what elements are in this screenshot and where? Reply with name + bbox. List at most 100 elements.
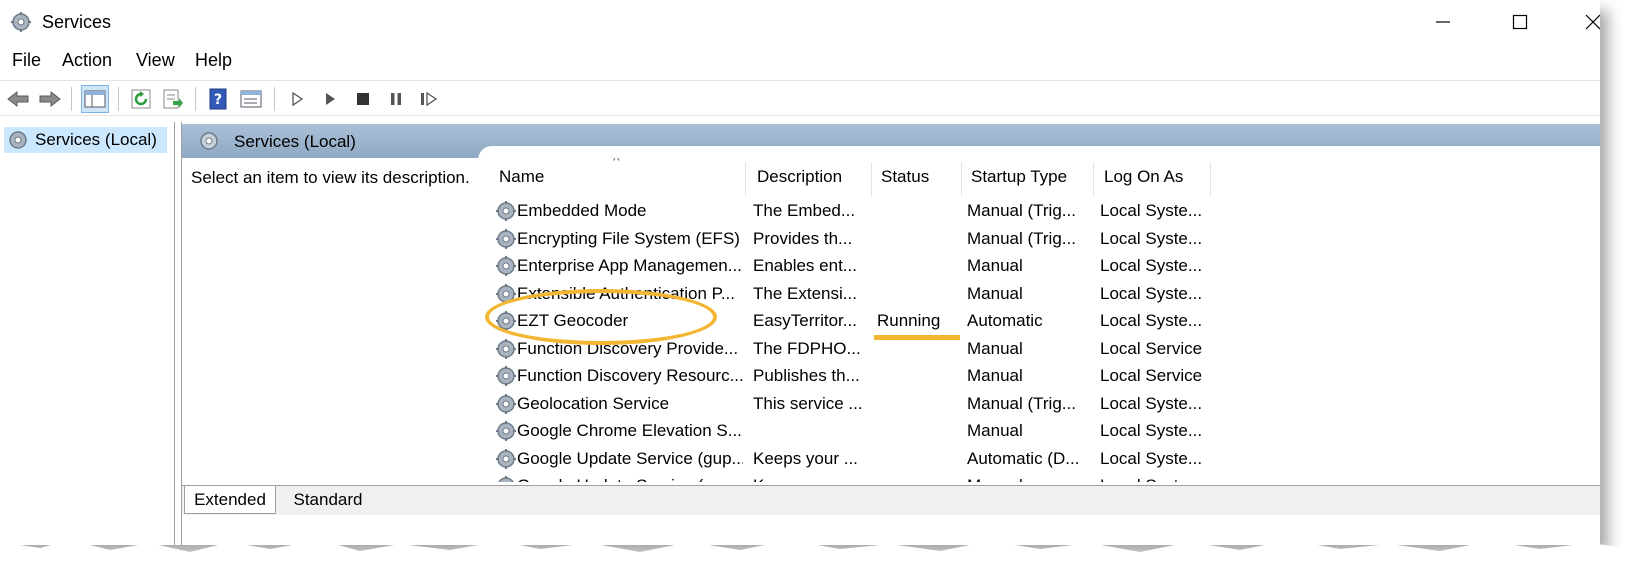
menu-help[interactable]: Help — [195, 50, 232, 71]
cell-description: EasyTerritor... — [753, 311, 857, 330]
minimize-button[interactable] — [1420, 6, 1466, 38]
table-row[interactable]: Function Discovery Resourc... Publishes t… — [487, 363, 1227, 390]
column-header-log-on-as[interactable]: Log On As — [1096, 158, 1210, 196]
refresh-button[interactable] — [127, 85, 155, 113]
cell-logon: Local Syste... — [1100, 201, 1203, 220]
console-tree-icon — [84, 90, 106, 108]
cell-logon: Local Syste... — [1100, 448, 1203, 468]
menu-bar: File Action View Help — [0, 48, 1600, 76]
back-button[interactable] — [4, 85, 32, 113]
show-hide-console-tree-button[interactable] — [81, 85, 109, 113]
cell-name: Extensible Authentication P... — [517, 283, 736, 303]
view-tabs: Extended Standard — [182, 485, 1600, 515]
table-row[interactable]: Embedded Mode The Embed... Manual (Trig...… — [487, 198, 1227, 225]
close-icon — [1585, 14, 1600, 30]
cell-startup: Manual — [967, 338, 1023, 358]
svg-text:?: ? — [214, 92, 222, 108]
services-table: ^ Name Description Status Startup Type L… — [487, 158, 1600, 482]
menu-action[interactable]: Action — [62, 50, 112, 71]
cell-logon: Local Syste... — [1100, 311, 1203, 330]
service-gear-icon — [496, 201, 516, 221]
back-arrow-icon — [7, 90, 29, 108]
cell-description: Keeps your ... — [753, 448, 858, 468]
service-gear-icon — [496, 311, 516, 331]
column-separator — [745, 162, 746, 196]
cell-startup: Manual (Trig... — [967, 393, 1076, 413]
window-title: Services — [42, 12, 112, 32]
cell-name: Google Update Service (gup... — [517, 476, 743, 482]
refresh-icon — [131, 89, 151, 109]
cell-logon: Local Syste... — [1100, 476, 1210, 482]
table-row[interactable]: Google Chrome Elevation S... Manual Local … — [487, 418, 1227, 445]
tab-standard[interactable]: Standard — [282, 486, 374, 514]
cell-startup: Manual — [967, 476, 1089, 482]
table-row[interactable]: Google Update Service (gup... Keeps your … — [487, 473, 1227, 482]
cell-logon: Local Syste... — [1100, 283, 1203, 303]
table-row[interactable]: Function Discovery Provide... The FDPHO..… — [487, 336, 1227, 363]
column-separator — [961, 162, 962, 196]
service-gear-icon — [496, 421, 516, 441]
close-button[interactable] — [1570, 6, 1600, 38]
column-separator — [1093, 162, 1094, 196]
export-list-button[interactable] — [159, 85, 187, 113]
start-service-button[interactable] — [283, 85, 311, 113]
restart-service-button[interactable] — [415, 85, 443, 113]
stop-service-button[interactable] — [349, 85, 377, 113]
toolbar-separator — [195, 87, 196, 111]
tab-extended[interactable]: Extended — [184, 486, 276, 514]
properties-icon — [240, 90, 262, 108]
description-prompt: Select an item to view its description. — [191, 168, 470, 187]
cell-name: Geolocation Service — [517, 393, 670, 413]
pause-icon — [391, 93, 401, 105]
services-pane: Services (Local) Select an item to view … — [181, 122, 1600, 545]
pane-header: Services (Local) — [182, 124, 1600, 166]
column-header-status[interactable]: Status — [873, 158, 961, 196]
column-separator — [1210, 162, 1211, 196]
cell-logon: Local Syste... — [1100, 421, 1203, 440]
play-icon — [326, 93, 335, 105]
tree-item-services-local[interactable]: Services (Local) — [4, 127, 167, 153]
toolbar: ? — [0, 80, 1600, 116]
column-header-description[interactable]: Description — [749, 158, 869, 196]
services-gear-icon — [9, 131, 27, 149]
table-row[interactable]: Enterprise App Managemen... Enables ent..… — [487, 253, 1227, 280]
cell-startup: Automatic (D... — [967, 448, 1080, 468]
cell-startup: Manual — [967, 421, 1023, 440]
column-header-startup-type[interactable]: Startup Type — [963, 158, 1093, 196]
console-tree: Services (Local) — [0, 122, 175, 545]
pause-service-button[interactable] — [382, 85, 410, 113]
start-service-alt-button[interactable] — [316, 85, 344, 113]
table-row[interactable]: Extensible Authentication P... The Extens… — [487, 281, 1227, 308]
cell-name: Embedded Mode — [517, 201, 647, 220]
help-icon: ? — [209, 88, 227, 110]
properties-button[interactable] — [237, 85, 265, 113]
help-button[interactable]: ? — [204, 85, 232, 113]
service-gear-icon — [496, 256, 516, 276]
toolbar-separator — [118, 87, 119, 111]
stop-icon — [357, 93, 369, 105]
cell-name: Google Chrome Elevation S... — [517, 421, 742, 440]
forward-arrow-icon — [39, 90, 61, 108]
cell-description: Provides th... — [753, 228, 853, 248]
maximize-icon — [1512, 14, 1528, 30]
cell-startup: Automatic — [967, 311, 1043, 330]
title-bar: Services — [0, 0, 1600, 44]
cell-description: Publishes th... — [753, 366, 860, 385]
menu-view[interactable]: View — [136, 50, 175, 71]
cell-startup: Manual (Trig... — [967, 228, 1076, 248]
table-row[interactable]: EZT Geocoder EasyTerritor... Running Automa… — [487, 308, 1227, 335]
maximize-button[interactable] — [1497, 6, 1543, 38]
toolbar-separator — [71, 87, 72, 111]
column-header-name[interactable]: Name — [491, 158, 745, 196]
cell-description: Keeps your ... — [753, 476, 865, 482]
forward-button[interactable] — [36, 85, 64, 113]
cell-name: Function Discovery Resourc... — [517, 366, 743, 385]
table-row[interactable]: Encrypting File System (EFS) Provides th.… — [487, 226, 1227, 253]
cell-status: Running — [877, 311, 941, 330]
table-row[interactable]: Google Update Service (gup... Keeps your … — [487, 446, 1227, 473]
cell-startup: Manual (Trig... — [967, 201, 1076, 220]
menu-file[interactable]: File — [12, 50, 41, 71]
cell-logon: Local Service — [1100, 338, 1203, 358]
service-gear-icon — [498, 476, 514, 482]
table-row[interactable]: Geolocation Service This service ... Manua… — [487, 391, 1227, 418]
